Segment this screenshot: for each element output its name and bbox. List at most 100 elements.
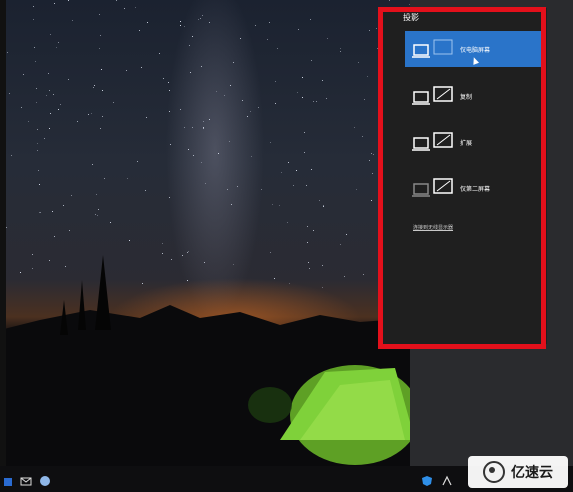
star-dot	[358, 62, 359, 63]
panel-title: 投影	[403, 13, 419, 22]
star-dot	[275, 103, 276, 104]
star-dot	[95, 214, 96, 215]
star-dot	[54, 3, 55, 4]
star-dot	[100, 128, 101, 129]
star-dot	[202, 15, 203, 16]
store-icon[interactable]	[2, 472, 14, 486]
star-dot	[68, 0, 69, 1]
star-dot	[101, 69, 102, 70]
project-option-extend[interactable]: 扩展	[405, 124, 545, 160]
star-dot	[274, 278, 275, 279]
star-dot	[322, 265, 323, 266]
star-dot	[49, 260, 50, 261]
star-dot	[63, 205, 64, 206]
star-dot	[116, 0, 117, 1]
watermark-text: 亿速云	[511, 465, 553, 481]
star-dot	[319, 200, 320, 201]
star-dot	[224, 95, 225, 96]
star-dot	[35, 61, 36, 62]
star-dot	[288, 162, 289, 163]
star-dot	[209, 119, 210, 120]
star-dot	[137, 161, 138, 162]
star-dot	[37, 150, 38, 151]
star-dot	[162, 253, 163, 254]
star-dot	[88, 114, 89, 115]
star-dot	[247, 116, 248, 117]
star-dot	[46, 95, 47, 96]
network-icon[interactable]	[441, 472, 453, 486]
star-dot	[163, 78, 164, 79]
star-dot	[267, 39, 268, 40]
star-dot	[250, 111, 251, 112]
star-dot	[11, 155, 12, 156]
star-dot	[311, 169, 312, 170]
star-dot	[296, 170, 297, 171]
star-dot	[65, 266, 66, 267]
star-dot	[310, 19, 311, 20]
star-dot	[258, 107, 259, 108]
star-dot	[168, 82, 169, 83]
star-dot	[275, 81, 276, 82]
star-dot	[170, 144, 171, 145]
desktop-wallpaper	[0, 0, 415, 466]
star-dot	[180, 109, 181, 110]
star-dot	[198, 19, 199, 20]
star-dot	[192, 127, 193, 128]
star-dot	[316, 101, 317, 102]
star-dot	[201, 162, 202, 163]
star-dot	[135, 7, 136, 8]
app-icon[interactable]	[39, 472, 51, 486]
star-dot	[216, 91, 217, 92]
star-dot	[6, 227, 7, 228]
security-shield-icon[interactable]	[421, 472, 433, 486]
star-dot	[184, 26, 185, 27]
screen-bezel	[0, 0, 6, 466]
star-dot	[49, 90, 50, 91]
star-dot	[371, 200, 372, 201]
star-dot	[340, 51, 341, 52]
star-dot	[218, 153, 219, 154]
star-dot	[203, 128, 204, 129]
star-dot	[147, 22, 148, 23]
star-dot	[38, 170, 39, 171]
star-dot	[304, 152, 305, 153]
wallpaper-scene	[0, 255, 415, 466]
option-label: 扩展	[460, 139, 473, 147]
star-dot	[297, 92, 298, 93]
star-dot	[237, 186, 238, 187]
star-dot	[141, 67, 142, 68]
star-dot	[37, 143, 38, 144]
star-dot	[54, 236, 55, 237]
project-option-duplicate[interactable]: 复制	[405, 78, 545, 114]
star-dot	[48, 73, 49, 74]
star-dot	[169, 90, 170, 91]
star-dot	[192, 36, 193, 37]
star-dot	[376, 28, 377, 29]
connect-wireless-display-link[interactable]: 连接到无线显示器	[413, 224, 453, 231]
star-dot	[344, 276, 345, 277]
star-dot	[240, 38, 241, 39]
star-dot	[49, 128, 50, 129]
star-dot	[180, 25, 181, 26]
watermark-logo-icon	[483, 461, 505, 483]
star-dot	[308, 262, 309, 263]
option-label: 仅电脑屏幕	[460, 46, 491, 54]
star-dot	[302, 97, 303, 98]
star-dot	[97, 215, 98, 216]
star-dot	[102, 116, 103, 117]
star-dot	[68, 79, 69, 80]
mail-icon[interactable]	[20, 472, 32, 486]
star-dot	[34, 47, 35, 48]
star-dot	[367, 76, 368, 77]
star-dot	[309, 268, 310, 269]
star-dot	[270, 252, 271, 253]
star-dot	[32, 254, 33, 255]
star-dot	[381, 184, 382, 185]
star-dot	[180, 21, 181, 22]
star-dot	[354, 127, 355, 128]
project-option-second-only[interactable]: 仅第二屏幕	[405, 170, 545, 206]
star-dot	[142, 283, 143, 284]
star-dot	[190, 72, 191, 73]
star-dot	[72, 20, 73, 21]
star-dot	[162, 243, 163, 244]
